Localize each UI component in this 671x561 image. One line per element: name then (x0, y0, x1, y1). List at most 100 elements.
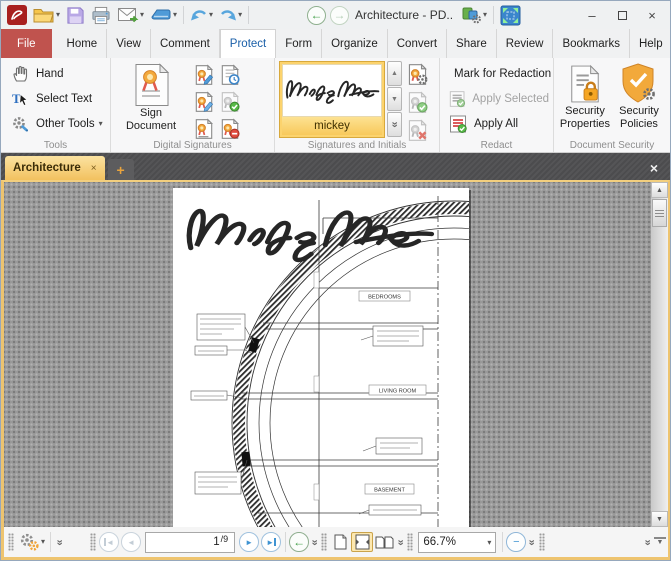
validate-signatures-button[interactable] (218, 89, 242, 115)
tab-file[interactable]: File (1, 29, 52, 58)
fullscreen-button[interactable] (497, 3, 524, 27)
next-page-button[interactable]: ► (239, 532, 259, 552)
save-button[interactable] (63, 3, 88, 27)
apply-all-icon (448, 114, 468, 134)
close-document-button[interactable]: × (642, 160, 666, 176)
statusbar-corner-handle[interactable]: ▼ (654, 537, 666, 547)
maximize-button[interactable] (607, 4, 637, 26)
open-file-button[interactable]: ▾ (30, 3, 63, 27)
email-caret[interactable]: ▾ (140, 11, 144, 19)
apply-all-label: Apply All (474, 118, 518, 130)
document-tab-architecture[interactable]: Architecture × (5, 156, 105, 180)
group-label-signatures-initials: Signatures and Initials (275, 140, 439, 151)
fit-page-button[interactable] (329, 532, 351, 552)
scrollbar-down-button[interactable]: ▼ (651, 511, 668, 527)
scan-caret[interactable]: ▾ (173, 11, 177, 19)
last-page-bar-icon (274, 538, 276, 546)
pdf-page[interactable]: BEDROOMS LIVING ROOM BASEMENT (173, 188, 469, 527)
tab-form[interactable]: Form (276, 29, 322, 58)
redo-button[interactable]: ▾ (216, 3, 245, 27)
zoom-level-select[interactable]: 66.7% ▾ (418, 532, 496, 553)
tab-help[interactable]: Help (630, 29, 671, 58)
fit-width-button[interactable] (351, 532, 373, 552)
undo-caret[interactable]: ▾ (209, 11, 213, 19)
previous-view-button[interactable]: ← (289, 532, 309, 552)
undo-button[interactable]: ▾ (187, 3, 216, 27)
zoom-caret-icon[interactable]: ▾ (487, 538, 491, 547)
open-file-caret[interactable]: ▾ (56, 11, 60, 19)
email-button[interactable]: ▾ (114, 3, 147, 27)
document-options-caret[interactable]: ▾ (41, 538, 45, 546)
statusbar-separator (285, 532, 286, 552)
tab-review[interactable]: Review (497, 29, 554, 58)
vertical-scrollbar[interactable]: ▲ ▼ (651, 182, 668, 527)
document-options-button[interactable]: ▾ (16, 530, 47, 554)
manage-signatures-button[interactable] (406, 63, 429, 91)
expand-views-button[interactable]: » (309, 530, 319, 554)
scrollbar-up-button[interactable]: ▲ (651, 182, 668, 198)
scrollbar-track[interactable] (651, 228, 668, 511)
ui-options-caret[interactable]: ▾ (483, 11, 487, 19)
new-document-tab-button[interactable]: + (108, 159, 134, 180)
tab-home[interactable]: Home (58, 29, 108, 58)
last-page-button[interactable]: ► (261, 532, 281, 552)
toolbar-grip[interactable] (8, 533, 14, 551)
print-button[interactable] (88, 3, 114, 27)
hand-tool-button[interactable]: Hand (5, 61, 106, 86)
security-policies-button[interactable]: Security Policies (612, 61, 666, 138)
architectural-drawing: BEDROOMS LIVING ROOM BASEMENT (173, 188, 469, 527)
expand-toolbar-button[interactable]: » (54, 530, 64, 554)
tab-convert[interactable]: Convert (388, 29, 447, 58)
apply-all-button[interactable]: Apply All (444, 111, 549, 136)
minimize-button[interactable]: – (577, 4, 607, 26)
document-tab-label: Architecture (13, 162, 81, 174)
timestamp-button[interactable] (218, 62, 242, 88)
scanner-icon (150, 7, 172, 23)
toolbar-grip[interactable] (90, 533, 96, 551)
expand-layout-button[interactable]: » (395, 530, 405, 554)
toolbar-grip[interactable] (407, 533, 413, 551)
other-tools-button[interactable]: Other Tools ▾ (5, 111, 106, 136)
scroll-up-button[interactable]: ▲ (387, 61, 402, 86)
tab-view[interactable]: View (107, 29, 151, 58)
expand-gallery-button[interactable]: » (387, 112, 402, 137)
signature-field-button[interactable] (192, 116, 216, 142)
expand-more-button[interactable]: » (642, 530, 652, 554)
mark-for-redaction-button[interactable]: Mark for Redaction (444, 61, 549, 86)
tab-bookmarks[interactable]: Bookmarks (553, 29, 630, 58)
sign-small-button[interactable] (192, 62, 216, 88)
tab-organize[interactable]: Organize (322, 29, 388, 58)
expand-zoom-button[interactable]: » (526, 530, 536, 554)
signature-preview[interactable]: mickey (279, 61, 385, 138)
close-button[interactable]: × (637, 4, 667, 26)
two-page-view-button[interactable] (373, 532, 395, 552)
sign-document-button[interactable]: Sign Document (115, 61, 187, 138)
page-number-field[interactable]: 1 /9 (145, 532, 235, 553)
redo-caret[interactable]: ▾ (238, 11, 242, 19)
scroll-down-button[interactable]: ▼ (387, 87, 402, 112)
other-tools-caret[interactable]: ▾ (99, 120, 103, 128)
scan-button[interactable]: ▾ (147, 3, 180, 27)
history-back-button[interactable]: ← (307, 6, 326, 25)
document-view[interactable]: BEDROOMS LIVING ROOM BASEMENT ▲ ▼ (1, 180, 670, 527)
clear-signatures-button[interactable] (218, 116, 242, 142)
ui-options-button[interactable]: ▾ (459, 3, 490, 27)
tab-protect[interactable]: Protect (220, 29, 276, 58)
history-forward-button: → (330, 6, 349, 25)
save-icon (66, 6, 85, 25)
certify-document-button[interactable] (192, 89, 216, 115)
tab-share[interactable]: Share (447, 29, 497, 58)
select-text-button[interactable]: T Select Text (5, 86, 106, 111)
tab-comment[interactable]: Comment (151, 29, 220, 58)
document-tab-close-icon[interactable]: × (91, 163, 97, 174)
zoom-out-button[interactable]: − (506, 532, 526, 552)
toolbar-grip[interactable] (321, 533, 327, 551)
group-tools: Hand T Select Text Other Tools ▾ Tools (1, 58, 111, 152)
security-properties-button[interactable]: Security Properties (558, 61, 612, 138)
window-bottom-accent (1, 557, 670, 560)
fit-width-icon (355, 534, 370, 550)
scrollbar-thumb[interactable] (652, 199, 667, 227)
toolbar-grip[interactable] (539, 533, 545, 551)
app-logo-icon[interactable] (4, 3, 30, 27)
digital-signatures-grid (192, 61, 242, 138)
